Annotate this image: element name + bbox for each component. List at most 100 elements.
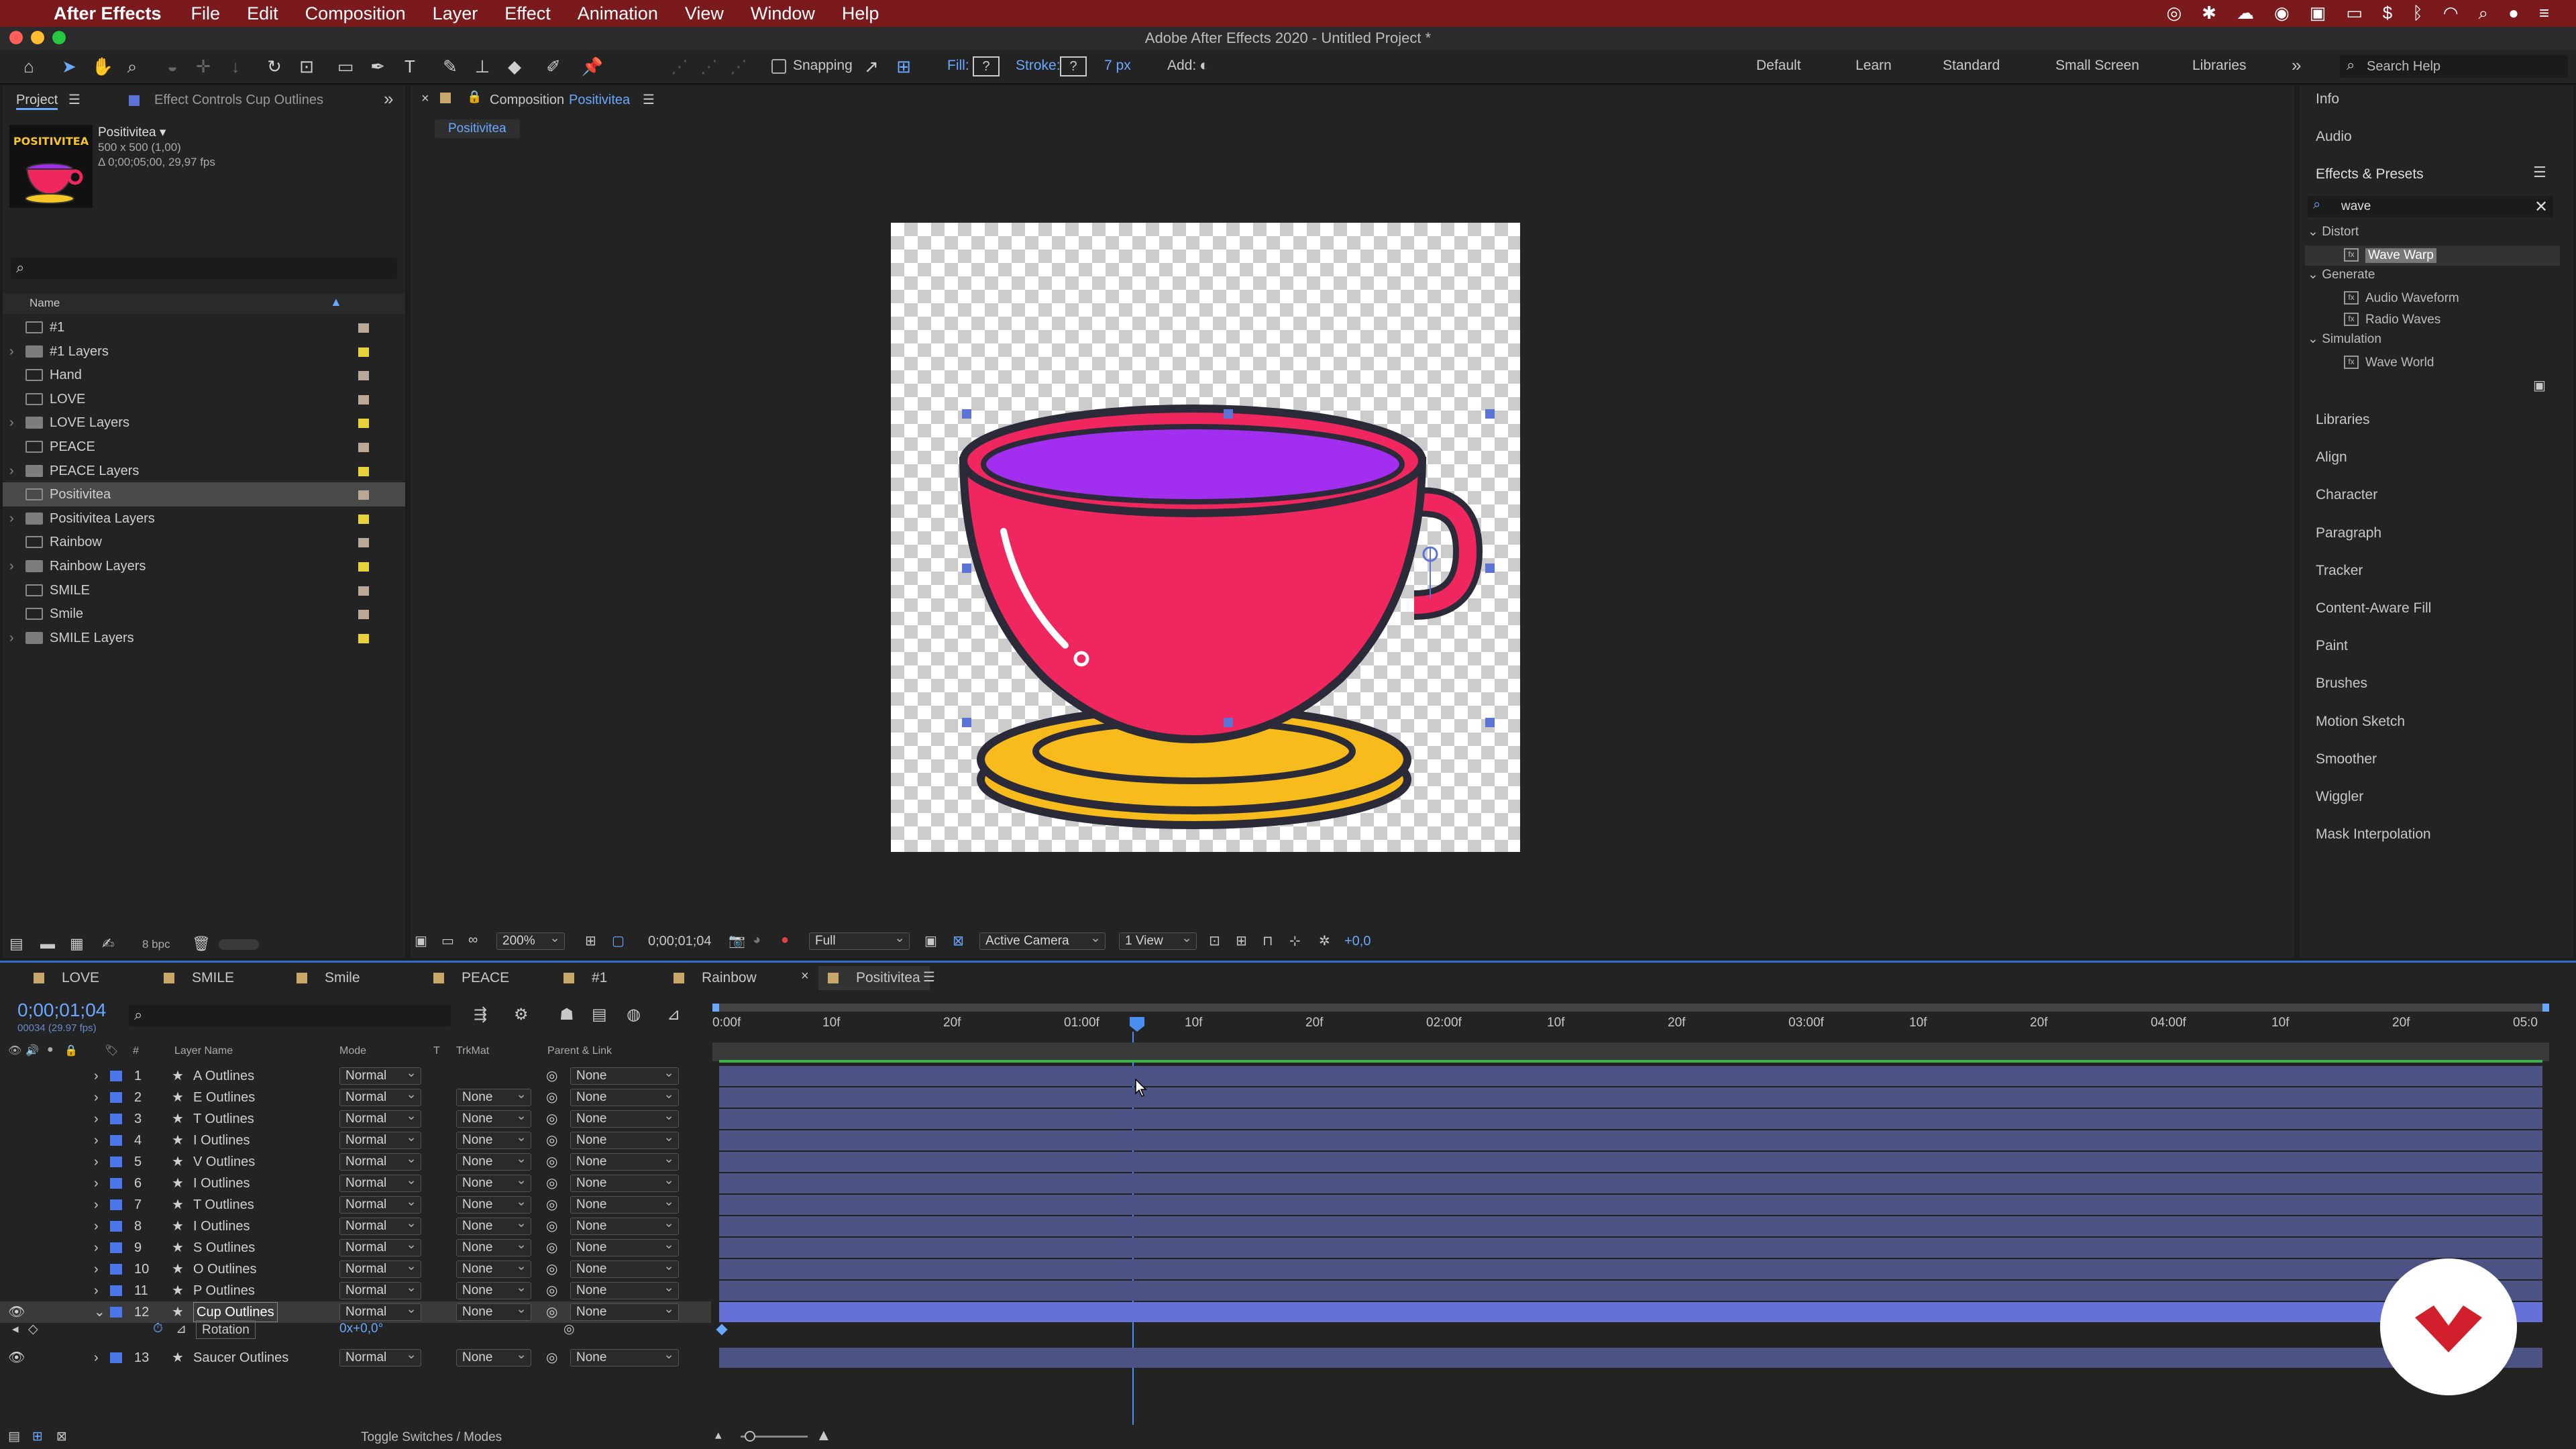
dolly-tool-icon[interactable]: ↓	[224, 55, 247, 78]
pickwhip-icon[interactable]: ◎	[546, 1173, 557, 1194]
layer-row[interactable]: › 6 ★ I Outlines Normal None ◎ None	[0, 1173, 711, 1194]
effect-item[interactable]: fx Radio Waves	[2305, 310, 2560, 330]
panel-info[interactable]: Info	[2316, 91, 2339, 107]
circle-icon[interactable]: ◉	[2274, 3, 2290, 24]
color-channels-icon[interactable]: ●	[781, 932, 789, 948]
panel-align[interactable]: Align	[2316, 449, 2347, 466]
panel-paint[interactable]: Paint	[2316, 638, 2348, 654]
snap-feature-icon[interactable]: ⊞	[892, 55, 915, 78]
mask-icon[interactable]: ∞	[468, 932, 478, 948]
work-area-start[interactable]	[712, 1004, 719, 1012]
always-preview-icon[interactable]: ▣	[415, 932, 427, 949]
panel-effects-presets[interactable]: Effects & Presets	[2316, 166, 2424, 182]
composition-tab-label[interactable]: Composition	[490, 93, 564, 108]
snapping-checkbox[interactable]	[771, 59, 786, 74]
render-time-icon[interactable]: ▤	[8, 1429, 20, 1444]
close-window-button[interactable]	[9, 31, 23, 44]
layer-label-swatch[interactable]	[110, 1264, 122, 1275]
stopwatch-icon[interactable]: ⏱	[153, 1322, 163, 1336]
layer-row[interactable]: › 5 ★ V Outlines Normal None ◎ None	[0, 1151, 711, 1173]
project-item[interactable]: › PEACE Layers	[3, 459, 405, 483]
fast-preview-icon[interactable]: ⊞	[1236, 932, 1247, 949]
expand-layer-arrow[interactable]: ›	[94, 1087, 99, 1108]
magnification-dropdown[interactable]: 200%	[496, 930, 565, 950]
layer-name[interactable]: A Outlines	[193, 1065, 254, 1087]
expand-in-out-icon[interactable]: ⊠	[56, 1429, 67, 1444]
s-icon[interactable]: $	[2383, 3, 2392, 24]
track-matte-dropdown[interactable]: None	[456, 1280, 531, 1299]
expand-layer-arrow[interactable]: ›	[94, 1065, 99, 1087]
track-matte-dropdown[interactable]: None	[456, 1108, 531, 1128]
workspace-standard[interactable]: Standard	[1943, 58, 2000, 74]
expand-layer-arrow[interactable]: ›	[94, 1173, 99, 1194]
layer-row[interactable]: › 7 ★ T Outlines Normal None ◎ None	[0, 1194, 711, 1216]
effect-item[interactable]: fx Wave World	[2305, 353, 2560, 373]
work-area-end[interactable]	[2542, 1004, 2549, 1012]
motion-blur-icon[interactable]: ◍	[627, 1005, 641, 1024]
expand-transfer-icon[interactable]: ⊞	[32, 1429, 43, 1444]
control-center-icon[interactable]: ≡	[2539, 3, 2549, 24]
track-matte-dropdown[interactable]: None	[456, 1087, 531, 1106]
puppet-pin-icon[interactable]: 📌	[581, 55, 604, 78]
label-color-swatch[interactable]	[358, 466, 369, 476]
work-area-bar[interactable]	[712, 1004, 2549, 1012]
blend-mode-dropdown[interactable]: Normal	[339, 1194, 421, 1214]
disclosure-arrow-icon[interactable]: ›	[9, 554, 14, 578]
comp-viewer[interactable]	[891, 223, 1520, 852]
workspace-libraries[interactable]: Libraries	[2192, 58, 2247, 74]
project-item[interactable]: Hand	[3, 363, 405, 387]
new-folder-icon[interactable]: ▬	[40, 935, 55, 953]
label-color-swatch[interactable]	[358, 514, 369, 524]
parent-dropdown[interactable]: None	[570, 1237, 679, 1256]
composition-tab-name[interactable]: Positivitea	[569, 93, 630, 108]
rectangle-tool-icon[interactable]: ▭	[334, 55, 357, 78]
timeline-icon[interactable]: ⊓	[1263, 932, 1273, 949]
label-color-swatch[interactable]	[358, 562, 369, 572]
current-time-display[interactable]: 0;00;01;04	[17, 1000, 106, 1021]
disclosure-arrow-icon[interactable]: ›	[9, 459, 14, 483]
menu-view[interactable]: View	[685, 3, 724, 24]
track-matte-dropdown[interactable]: None	[456, 1347, 531, 1366]
siri-icon[interactable]: ●	[2508, 3, 2519, 24]
roi-icon[interactable]: ▣	[924, 932, 937, 949]
roto-brush-icon[interactable]: ✐	[542, 55, 565, 78]
layer-name[interactable]: S Outlines	[193, 1237, 255, 1258]
layer-label-swatch[interactable]	[110, 1352, 122, 1363]
parent-dropdown[interactable]: None	[570, 1216, 679, 1235]
frame-blending-icon[interactable]: ▤	[592, 1005, 607, 1024]
expand-workspaces-icon[interactable]: »	[2292, 55, 2301, 76]
close-comp-icon[interactable]: ×	[421, 91, 429, 107]
effect-category[interactable]: ⌄ Generate	[2308, 267, 2375, 282]
camera-dropdown[interactable]: Active Camera	[979, 930, 1106, 950]
expand-layer-arrow[interactable]: ›	[94, 1130, 99, 1151]
track-matte-dropdown[interactable]: None	[456, 1151, 531, 1171]
layer-duration-bar[interactable]	[719, 1173, 2542, 1193]
timeline-tab[interactable]: Rainbow	[674, 966, 757, 990]
label-color-swatch[interactable]	[358, 371, 369, 381]
expand-layer-arrow[interactable]: ›	[94, 1347, 99, 1368]
label-color-swatch[interactable]	[358, 347, 369, 357]
layer-duration-bar[interactable]	[719, 1087, 2542, 1108]
layer-duration-bar[interactable]	[719, 1238, 2542, 1258]
adjust-settings-icon[interactable]: ✍	[102, 935, 114, 953]
workspace-learn[interactable]: Learn	[1856, 58, 1892, 74]
layer-label-swatch[interactable]	[110, 1157, 122, 1167]
disclosure-arrow-icon[interactable]: ›	[9, 626, 14, 650]
new-preset-icon[interactable]: ▣	[2533, 377, 2546, 394]
parent-dropdown[interactable]: None	[570, 1065, 679, 1085]
workspace-default[interactable]: Default	[1756, 58, 1801, 74]
menu-effect[interactable]: Effect	[504, 3, 551, 24]
hand-tool-icon[interactable]: ✋	[91, 55, 114, 78]
label-color-swatch[interactable]	[358, 538, 369, 548]
bpc-label[interactable]: 8 bpc	[142, 938, 170, 951]
effects-search-input[interactable]: ⌕ wave	[2308, 196, 2553, 217]
expand-layer-arrow[interactable]: ›	[94, 1108, 99, 1130]
app-name-menu[interactable]: After Effects	[54, 3, 162, 24]
layer-label-swatch[interactable]	[110, 1221, 122, 1232]
disclosure-arrow-icon[interactable]: ›	[9, 506, 14, 531]
display-icon[interactable]: ▭	[2346, 3, 2363, 24]
flowchart-icon[interactable]: ⊹	[1289, 932, 1301, 949]
name-column-header[interactable]: Name	[30, 297, 60, 310]
panel-brushes[interactable]: Brushes	[2316, 676, 2367, 692]
project-search-input[interactable]: ⌕	[11, 258, 397, 279]
